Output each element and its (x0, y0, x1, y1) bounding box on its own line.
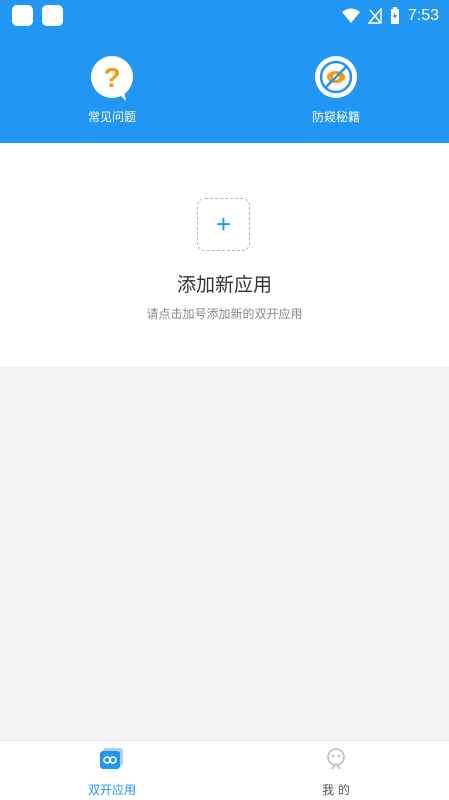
privacy-tips-shortcut[interactable]: 防窥秘籍 (276, 56, 396, 136)
add-app-title: 添加新应用 (176, 274, 272, 296)
tab-profile-label: 我 的 (322, 783, 350, 797)
wifi-icon (341, 8, 360, 23)
svg-text:?: ? (103, 62, 120, 93)
clock: 7:53 (407, 7, 439, 24)
battery-charging-icon (390, 7, 399, 24)
faq-shortcut[interactable]: ? 常见问题 (52, 56, 172, 136)
tab-profile[interactable]: 我 的 (276, 747, 396, 798)
faq-label: 常见问题 (87, 110, 136, 124)
status-bar: 7:53 (0, 0, 449, 32)
add-app-button[interactable]: + (197, 198, 250, 251)
tab-dual-apps[interactable]: 双开应用 (52, 747, 172, 798)
top-header: 7:53 ? 常见问题 防窥秘籍 (0, 0, 449, 143)
profile-icon (327, 748, 345, 770)
dual-app-icon (100, 748, 123, 769)
plus-icon: + (215, 209, 232, 239)
privacy-tips-label: 防窥秘籍 (311, 110, 360, 124)
notification-icon (42, 5, 63, 26)
tab-dual-apps-label: 双开应用 (87, 783, 136, 797)
eye-slash-icon (315, 56, 357, 98)
status-indicators: 7:53 (341, 5, 439, 27)
no-signal-icon (367, 8, 382, 24)
add-app-subtitle: 请点击加号添加新的双开应用 (146, 307, 303, 321)
bottom-navigation: 双开应用 我 的 (0, 740, 449, 800)
notification-icon (12, 5, 33, 26)
question-icon: ? (91, 56, 133, 101)
add-app-card: + 添加新应用 请点击加号添加新的双开应用 (0, 143, 449, 367)
